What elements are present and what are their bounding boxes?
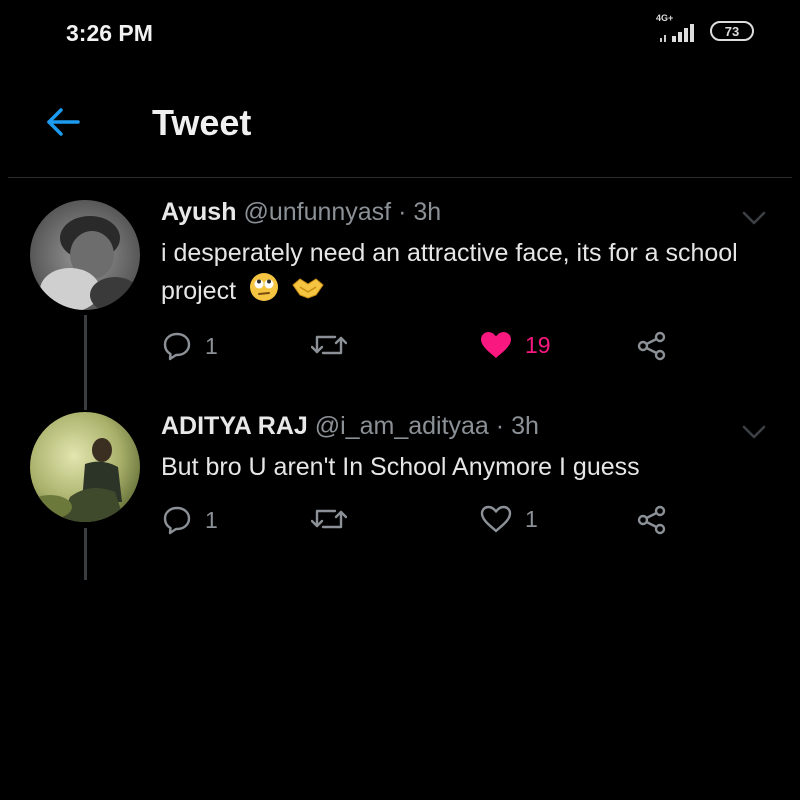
avatar[interactable] (30, 412, 140, 522)
tweet-actions: 1 1 (161, 504, 681, 544)
heart-filled-icon (481, 332, 511, 358)
avatar[interactable] (30, 200, 140, 310)
status-indicators: 4G+ 73 (656, 13, 754, 44)
page-title: Tweet (152, 102, 252, 143)
header-divider (8, 177, 792, 178)
share-icon (637, 331, 666, 361)
tweet-time[interactable]: 3h (511, 412, 539, 440)
handshake-emoji-icon (292, 274, 324, 312)
share-icon (637, 505, 666, 535)
like-button[interactable]: 1 (479, 504, 538, 534)
network-type: 4G+ (656, 13, 674, 23)
tweet-header: Ayush @unfunnyasf · 3h (161, 198, 441, 227)
rolling-eyes-emoji-icon (249, 272, 279, 313)
separator-dot: · (398, 198, 407, 226)
reply-icon (163, 332, 191, 361)
status-bar: 3:26 PM 4G+ 73 (0, 0, 800, 70)
heart-outline-icon (480, 505, 512, 533)
back-button[interactable] (44, 104, 84, 140)
thread-line (84, 528, 87, 580)
chevron-down-icon[interactable] (742, 424, 766, 440)
tweet-text: i desperately need an attractive face, i… (161, 234, 761, 313)
share-button[interactable] (636, 330, 668, 362)
display-name[interactable]: Ayush (161, 198, 236, 226)
app-header: Tweet (0, 88, 800, 160)
arrow-left-icon (47, 108, 80, 136)
user-handle[interactable]: @unfunnyasf (243, 198, 391, 226)
tweet-header: ADITYA RAJ @i_am_adityaa · 3h (161, 412, 539, 441)
like-count: 1 (525, 505, 538, 532)
battery-icon: 73 (710, 21, 754, 41)
tweet-time[interactable]: 3h (413, 198, 441, 226)
battery-level: 73 (724, 23, 740, 39)
thread-line (84, 315, 87, 410)
retweet-icon (311, 509, 347, 529)
tweet-text: But bro U aren't In School Anymore I gue… (161, 448, 761, 486)
reply-count: 1 (205, 506, 218, 533)
share-button[interactable] (636, 504, 668, 536)
reply-button[interactable]: 1 (161, 330, 218, 362)
user-handle[interactable]: @i_am_adityaa (315, 412, 489, 440)
chevron-down-icon[interactable] (742, 210, 766, 226)
retweet-button[interactable] (311, 504, 359, 534)
display-name[interactable]: ADITYA RAJ (161, 412, 308, 440)
retweet-icon (311, 335, 347, 355)
tweet-screen: 3:26 PM 4G+ 73 Tweet Ayush @unfunnyasf ·… (0, 0, 800, 800)
retweet-button[interactable] (311, 330, 359, 360)
reply-icon (163, 506, 191, 535)
tweet-body: i desperately need an attractive face, i… (161, 239, 738, 306)
like-count: 19 (525, 331, 551, 358)
status-time: 3:26 PM (66, 20, 153, 46)
tweet-body: But bro U aren't In School Anymore I gue… (161, 453, 640, 481)
signal-icon: 4G+ (656, 13, 702, 44)
separator-dot: · (495, 412, 505, 440)
reply-button[interactable]: 1 (161, 504, 218, 536)
tweet-actions: 1 19 (161, 330, 681, 370)
like-button[interactable]: 19 (479, 330, 551, 360)
reply-count: 1 (205, 332, 218, 359)
